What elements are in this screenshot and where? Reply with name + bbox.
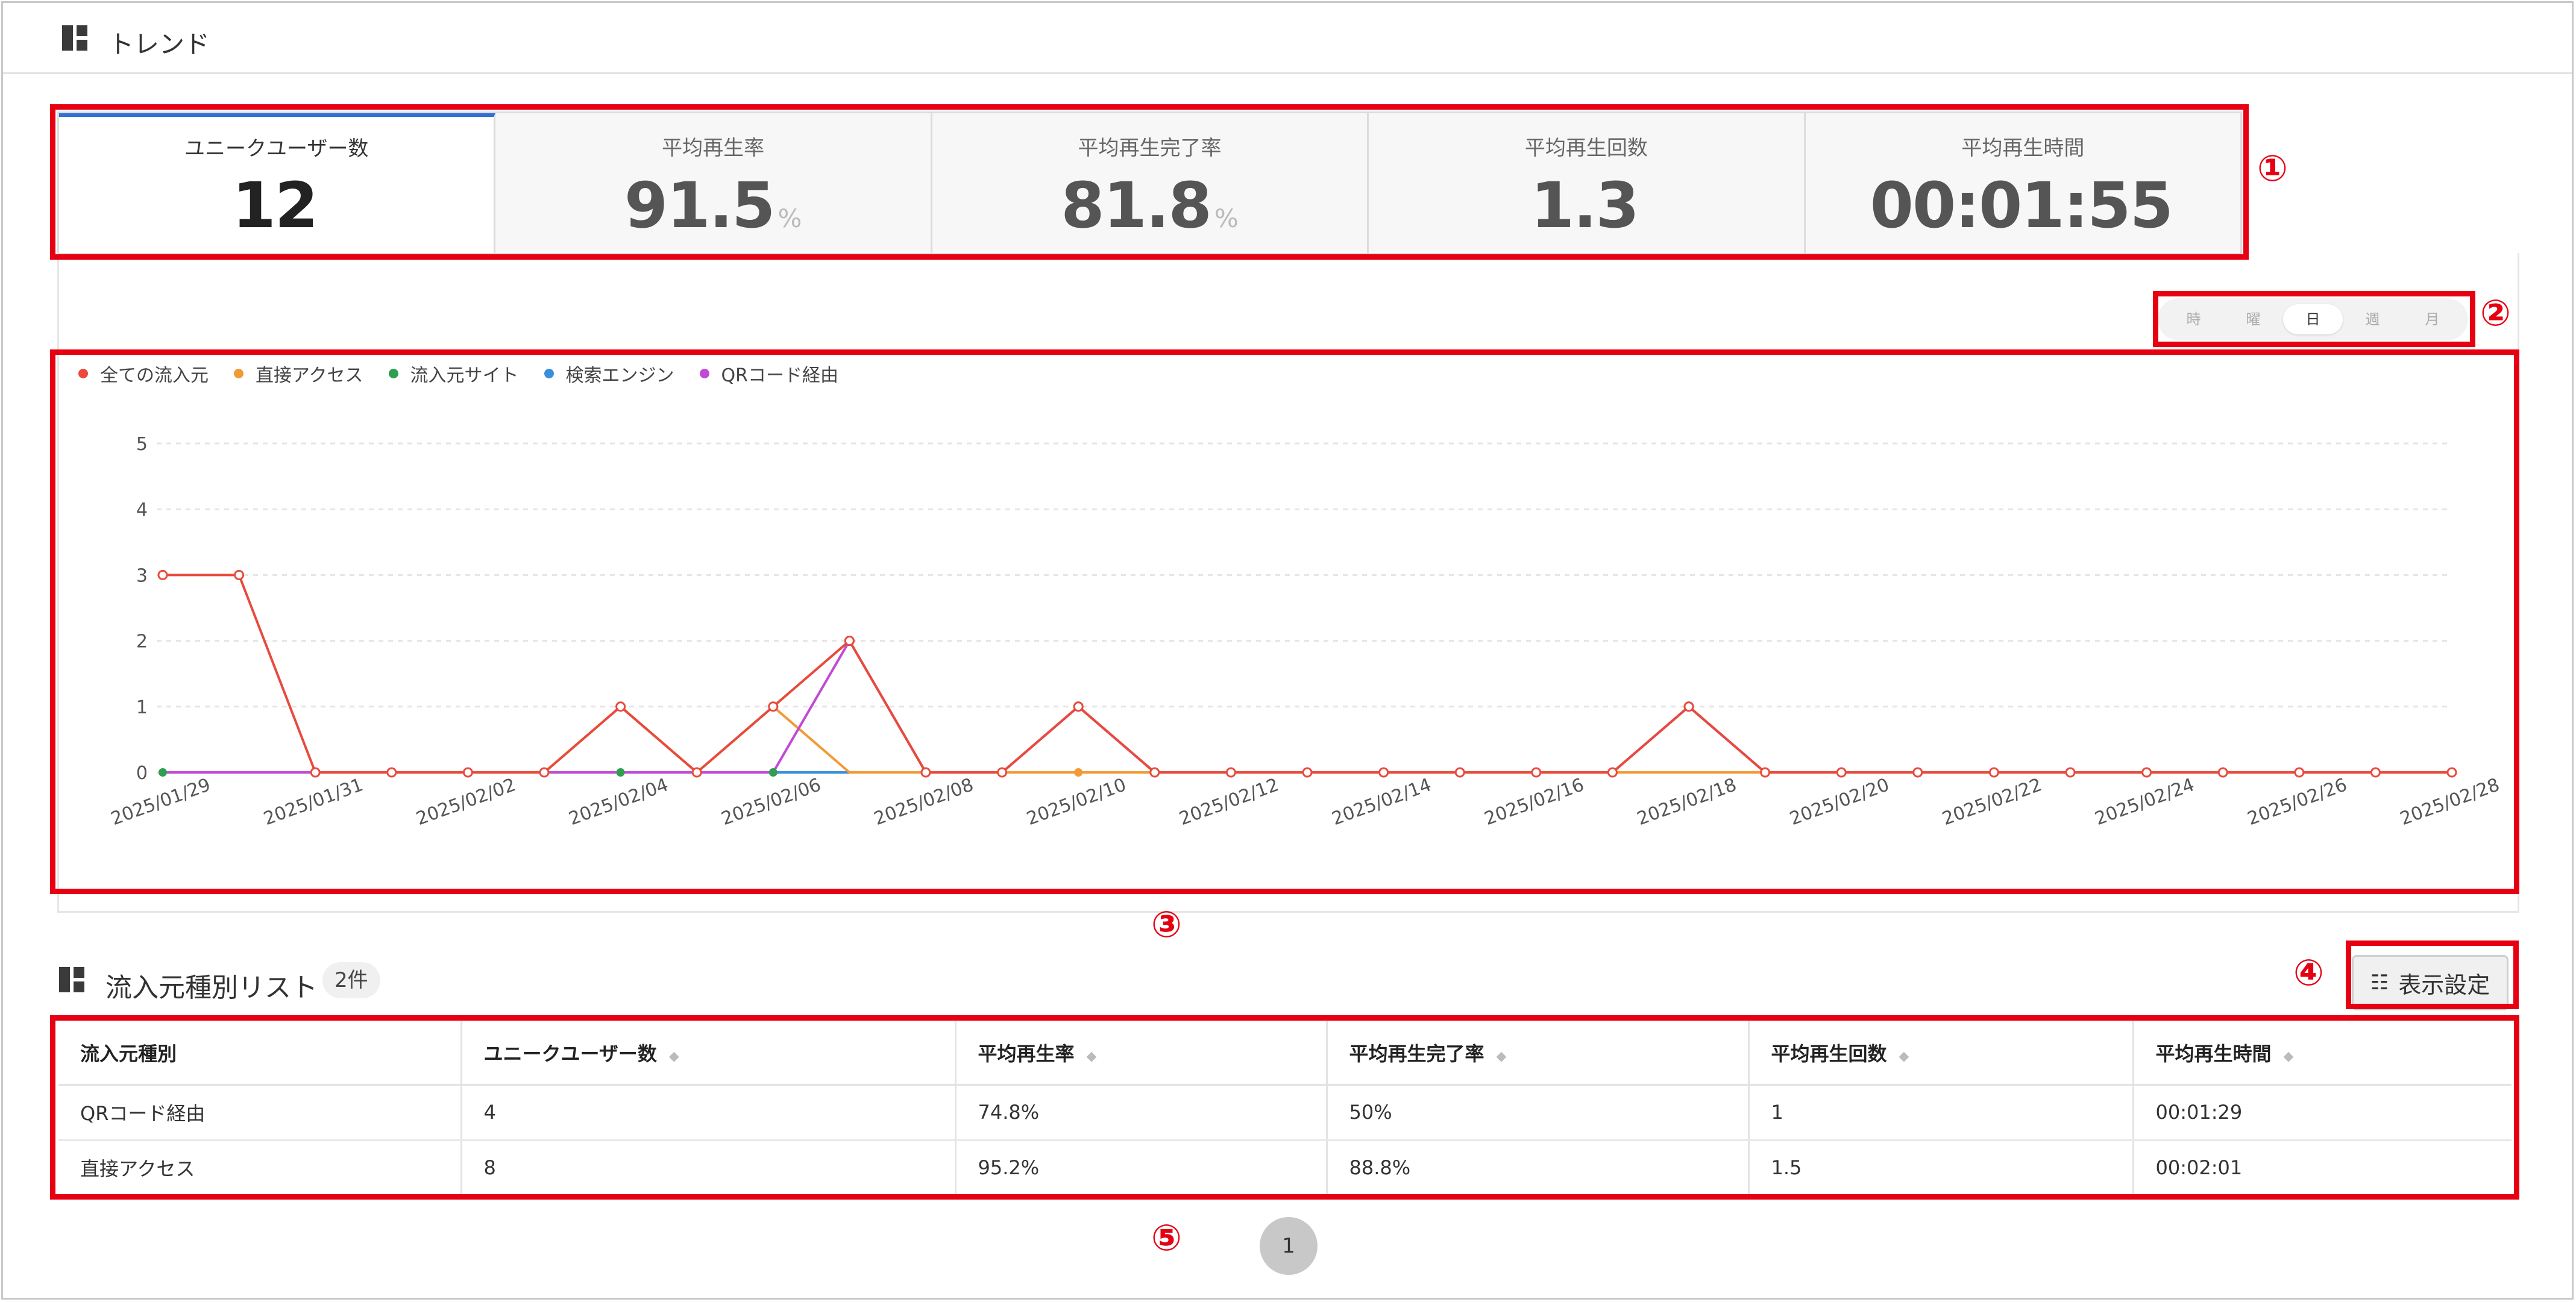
legend-dot-icon xyxy=(78,369,88,378)
legend-item[interactable]: 直接アクセス xyxy=(234,360,363,387)
legend-item[interactable]: QRコード経由 xyxy=(699,360,838,387)
annotation-marker-1: ① xyxy=(2257,148,2288,190)
table-cell: 1 xyxy=(1748,1084,2134,1141)
list-grid-icon xyxy=(59,967,84,992)
legend-label: 流入元サイト xyxy=(410,365,519,386)
tab-label: 平均再生率 xyxy=(662,136,765,160)
table-cell: 50% xyxy=(1327,1084,1750,1141)
sort-icon[interactable]: ◆ xyxy=(669,1049,679,1064)
table-cell: 74.8% xyxy=(955,1084,1328,1141)
granularity-day[interactable]: 日 xyxy=(2283,304,2343,334)
column-header-unique-users[interactable]: ユニークユーザー数 ◆ xyxy=(461,1021,957,1086)
chart-legend: 全ての流入元 直接アクセス 流入元サイト 検索エンジン QRコード経由 xyxy=(78,360,864,387)
granularity-weekday[interactable]: 曜 xyxy=(2223,304,2283,334)
tab-average-play-rate[interactable]: 平均再生率 91.5% xyxy=(495,113,932,253)
granularity-hour[interactable]: 時 xyxy=(2164,304,2223,334)
column-header-play-time[interactable]: 平均再生時間 ◆ xyxy=(2133,1021,2512,1086)
legend-label: 直接アクセス xyxy=(256,365,363,386)
granularity-month[interactable]: 月 xyxy=(2402,304,2462,334)
table-cell: QRコード経由 xyxy=(58,1084,462,1141)
table-cell: 4 xyxy=(461,1084,957,1141)
column-header-play-count[interactable]: 平均再生回数 ◆ xyxy=(1748,1021,2134,1086)
legend-label: 全ての流入元 xyxy=(100,365,209,386)
legend-dot-icon xyxy=(388,369,398,378)
page-title: トレンド xyxy=(108,30,210,59)
pagination-page-1[interactable]: 1 xyxy=(1260,1217,1318,1275)
source-type-table: 流入元種別 ユニークユーザー数 ◆ 平均再生率 ◆ 平均再生完了率 ◆ 平均再生回数 ◆… xyxy=(58,1021,2512,1197)
legend-label: 検索エンジン xyxy=(565,365,674,386)
table-row: 直接アクセス 8 95.2% 88.8% 1.5 00:02:01 xyxy=(58,1140,2512,1197)
legend-label: QRコード経由 xyxy=(721,365,838,386)
table-cell: 00:01:29 xyxy=(2133,1084,2512,1141)
tab-average-play-time[interactable]: 平均再生時間 00:01:55 xyxy=(1805,113,2241,253)
tab-unique-users[interactable]: ユニークユーザー数 12 xyxy=(59,113,496,253)
annotation-marker-5: ⑤ xyxy=(1151,1217,1182,1259)
legend-dot-icon xyxy=(544,369,554,378)
legend-dot-icon xyxy=(699,369,709,378)
column-header-play-rate[interactable]: 平均再生率 ◆ xyxy=(955,1021,1328,1086)
annotation-marker-3: ③ xyxy=(1151,904,1182,946)
tab-label: ユニークユーザー数 xyxy=(184,137,369,161)
list-count-badge: 2件 xyxy=(322,962,380,998)
annotation-marker-2: ② xyxy=(2480,292,2511,334)
display-settings-label: 表示設定 xyxy=(2398,971,2490,998)
tab-value: 00:01:55 xyxy=(1870,169,2173,242)
list-section-title: 流入元種別リスト xyxy=(105,972,318,1003)
table-cell: 00:02:01 xyxy=(2133,1140,2512,1197)
tab-value: 91.5% xyxy=(624,169,802,242)
tab-label: 平均再生完了率 xyxy=(1078,136,1222,160)
table-cell: 88.8% xyxy=(1327,1140,1750,1197)
column-header-completion-rate[interactable]: 平均再生完了率 ◆ xyxy=(1327,1021,1750,1086)
table-cell: 直接アクセス xyxy=(58,1140,462,1197)
chart-panel xyxy=(57,253,2519,913)
trend-header: トレンド xyxy=(3,3,2572,74)
dashboard-grid-icon xyxy=(62,25,87,51)
legend-dot-icon xyxy=(234,369,243,378)
tab-value: 81.8% xyxy=(1061,169,1239,242)
granularity-week[interactable]: 週 xyxy=(2343,304,2402,334)
annotation-marker-4: ④ xyxy=(2293,952,2324,994)
table-cell: 8 xyxy=(461,1140,957,1197)
metric-tabs: ユニークユーザー数 12 平均再生率 91.5% 平均再生完了率 81.8% 平… xyxy=(57,111,2242,255)
sort-icon[interactable]: ◆ xyxy=(1497,1049,1507,1064)
tab-value: 1.3 xyxy=(1530,169,1639,242)
table-row: QRコード経由 4 74.8% 50% 1 00:01:29 xyxy=(58,1084,2512,1141)
tab-label: 平均再生時間 xyxy=(1961,136,2085,160)
sort-icon[interactable]: ◆ xyxy=(1899,1049,1909,1064)
table-cell: 95.2% xyxy=(955,1140,1328,1197)
table-header-row: 流入元種別 ユニークユーザー数 ◆ 平均再生率 ◆ 平均再生完了率 ◆ 平均再生回数 ◆… xyxy=(58,1021,2512,1086)
tab-label: 平均再生回数 xyxy=(1524,136,1648,160)
table-cell: 1.5 xyxy=(1748,1140,2134,1197)
sort-icon[interactable]: ◆ xyxy=(1087,1049,1097,1064)
legend-item[interactable]: 検索エンジン xyxy=(544,360,674,387)
legend-item[interactable]: 全ての流入元 xyxy=(78,360,209,387)
tab-average-completion-rate[interactable]: 平均再生完了率 81.8% xyxy=(932,113,1369,253)
tab-average-play-count[interactable]: 平均再生回数 1.3 xyxy=(1369,113,1806,253)
column-header-source-type: 流入元種別 xyxy=(58,1021,462,1086)
legend-item[interactable]: 流入元サイト xyxy=(388,360,519,387)
tab-value: 12 xyxy=(232,169,318,242)
display-settings-button[interactable]: ☷ 表示設定 xyxy=(2352,955,2508,1010)
sliders-icon: ☷ xyxy=(2370,971,2389,995)
sort-icon[interactable]: ◆ xyxy=(2284,1049,2294,1064)
granularity-toggle: 時 曜 日 週 月 xyxy=(2158,298,2468,340)
